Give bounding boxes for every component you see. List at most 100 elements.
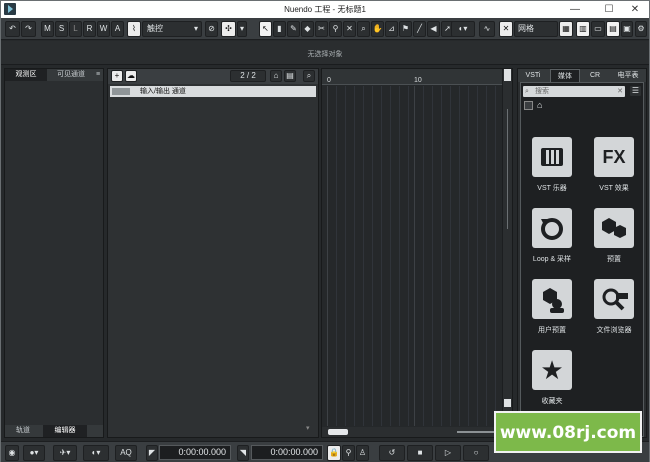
mute-tool-icon[interactable]: ✕ <box>343 21 356 37</box>
time-warp-icon[interactable]: ⚑ <box>399 21 412 37</box>
cloud-icon[interactable]: ☁ <box>125 70 137 82</box>
left-zone-bottom-tabs: 轨道 编辑器 <box>5 425 103 437</box>
lock-icon[interactable]: 🔒 <box>327 445 341 461</box>
cycle-button[interactable]: ↺ <box>379 445 405 461</box>
solo-editor-icon[interactable]: ✣ <box>221 21 236 37</box>
tab-visible-channels[interactable]: 可见通道 <box>49 69 93 81</box>
scroll-thumb[interactable] <box>328 429 348 435</box>
zoom-tool-icon[interactable]: ⌕ <box>357 21 370 37</box>
close-button[interactable]: ✕ <box>621 1 649 18</box>
timeline-ruler[interactable]: 0 10 <box>322 69 502 85</box>
arrow-tool-icon[interactable]: ↖ <box>259 21 272 37</box>
right-zone-toggle-icon[interactable]: ▤ <box>606 21 620 37</box>
quantize-icon[interactable]: ▦ <box>559 21 573 37</box>
snap-toggle-icon[interactable]: ✕ <box>499 21 513 37</box>
media-item-favorites[interactable]: ★ 收藏夹 <box>525 350 579 412</box>
range-tool-icon[interactable]: ▮ <box>273 21 286 37</box>
list-view-icon[interactable]: ☰ <box>629 85 642 97</box>
punch-icon[interactable]: ✈▾ <box>53 445 77 461</box>
window-layout-icon[interactable]: ▣ <box>621 21 633 37</box>
scroll-thumb[interactable] <box>504 399 511 407</box>
automation-icon[interactable]: ⌇ <box>127 21 141 37</box>
record-mode-icon[interactable]: ●▾ <box>23 445 45 461</box>
auto-scroll-icon[interactable]: ◐▾ <box>451 21 475 37</box>
media-item-file-browser[interactable]: 文件浏览器 <box>587 279 641 341</box>
metronome-icon[interactable]: ♙ <box>356 445 369 461</box>
chevron-down-icon[interactable] <box>504 69 511 81</box>
track-filter-icon[interactable]: ▤ <box>284 70 296 82</box>
line-tool-icon[interactable]: ╱ <box>413 21 426 37</box>
listen-button[interactable]: L <box>69 21 82 37</box>
table-row[interactable]: 输入/输出 通道 <box>110 86 316 97</box>
left-zone: 观测区 可见通道 ≡ 轨道 编辑器 <box>4 68 104 438</box>
home-icon[interactable]: ⌂ <box>537 100 542 110</box>
search-icon[interactable]: ⌕ <box>303 70 315 82</box>
split-tool-icon[interactable]: ✂ <box>315 21 328 37</box>
right-locator-icon[interactable]: ◥ <box>237 445 249 461</box>
solo-button[interactable]: S <box>55 21 68 37</box>
horizontal-scrollbar[interactable] <box>322 427 502 437</box>
grid-value: 网格 <box>518 24 534 33</box>
auto-button[interactable]: A <box>111 21 124 37</box>
tab-media[interactable]: 媒体 <box>550 69 580 82</box>
tab-editor[interactable]: 编辑器 <box>43 425 87 437</box>
grid-select[interactable]: 网格 <box>514 21 558 37</box>
snap-type-icon[interactable]: ∿ <box>479 21 495 37</box>
glue-tool-icon[interactable]: ⚲ <box>329 21 342 37</box>
audio-performance-icon[interactable]: ◉ <box>5 445 19 461</box>
erase-tool-icon[interactable]: ◆ <box>301 21 314 37</box>
search-input[interactable]: ⌕ 搜索 ✕ <box>523 86 625 97</box>
draw-tool-icon[interactable]: ✎ <box>287 21 300 37</box>
redo-icon[interactable]: ↷ <box>21 21 36 37</box>
hand-tool-icon[interactable]: ✋ <box>371 21 384 37</box>
application-window: Nuendo 工程 - 无标题1 — ☐ ✕ ↶ ↷ M S L R W A ⌇… <box>0 0 650 462</box>
maximize-button[interactable]: ☐ <box>595 1 623 18</box>
mute-button[interactable]: M <box>41 21 54 37</box>
cycle-mode-icon[interactable]: ◐▾ <box>83 445 109 461</box>
left-zone-toggle-icon[interactable]: ▥ <box>576 21 590 37</box>
comp-tool-icon[interactable]: ⊿ <box>385 21 398 37</box>
main-toolbar: ↶ ↷ M S L R W A ⌇ 触控 ▾ ⊘ ✣ ▾ ↖ ▮ ✎ ◆ ✂ ⚲… <box>1 18 649 40</box>
media-item-presets[interactable]: 预置 <box>587 208 641 270</box>
vertical-scrollbar[interactable] <box>502 69 512 437</box>
minimize-button[interactable]: — <box>561 1 589 18</box>
stop-button[interactable]: ■ <box>407 445 433 461</box>
track-name: 输入/输出 通道 <box>140 88 186 95</box>
gear-icon[interactable]: ⚙ <box>635 21 647 37</box>
left-locator-icon[interactable]: ◤ <box>146 445 158 461</box>
menu-icon[interactable]: ≡ <box>93 69 103 81</box>
tab-inspector[interactable]: 观测区 <box>5 69 47 81</box>
chevron-down-icon[interactable]: ▾ <box>237 21 247 37</box>
left-locator-field[interactable]: 0:00:00.000 <box>159 445 231 460</box>
media-item-vst-effects[interactable]: FX VST 效果 <box>587 137 641 199</box>
tab-meter[interactable]: 电平表 <box>610 69 646 82</box>
home-icon[interactable]: ⌂ <box>270 70 282 82</box>
tab-tracks[interactable]: 轨道 <box>5 425 41 437</box>
add-track-icon[interactable]: + <box>111 70 123 82</box>
record-button[interactable]: ○ <box>463 445 489 461</box>
read-button[interactable]: R <box>83 21 96 37</box>
search-icon: ⌕ <box>525 88 529 95</box>
right-locator-field[interactable]: 0:00:00.000 <box>251 445 323 460</box>
media-item-vst-instruments[interactable]: VST 乐器 <box>525 137 579 199</box>
back-icon[interactable] <box>524 101 533 110</box>
clear-icon[interactable]: ✕ <box>617 86 623 97</box>
auto-quantize-button[interactable]: AQ <box>115 445 137 461</box>
left-zone-tabs: 观测区 可见通道 ≡ <box>5 69 103 81</box>
window-title: Nuendo 工程 - 无标题1 <box>284 5 366 14</box>
chevron-down-icon[interactable]: ▾ <box>306 424 310 432</box>
undo-icon[interactable]: ↶ <box>5 21 20 37</box>
media-item-user-presets[interactable]: 用户预置 <box>525 279 579 341</box>
tab-vsti[interactable]: VSTi <box>518 69 548 82</box>
play-button[interactable]: ▷ <box>435 445 461 461</box>
marker-icon[interactable]: ⚲ <box>342 445 355 461</box>
write-button[interactable]: W <box>97 21 110 37</box>
speaker-icon[interactable]: ◀ <box>427 21 440 37</box>
constrain-icon[interactable]: ⊘ <box>205 21 218 37</box>
media-item-loops-samples[interactable]: Loop & 采样 <box>525 208 579 270</box>
automation-mode-select[interactable]: 触控 ▾ <box>142 21 202 37</box>
title-bar: Nuendo 工程 - 无标题1 — ☐ ✕ <box>1 1 649 18</box>
lower-zone-toggle-icon[interactable]: ▭ <box>591 21 605 37</box>
tab-control-room[interactable]: CR <box>582 69 608 82</box>
media-item-label: Loop & 采样 <box>532 256 572 263</box>
